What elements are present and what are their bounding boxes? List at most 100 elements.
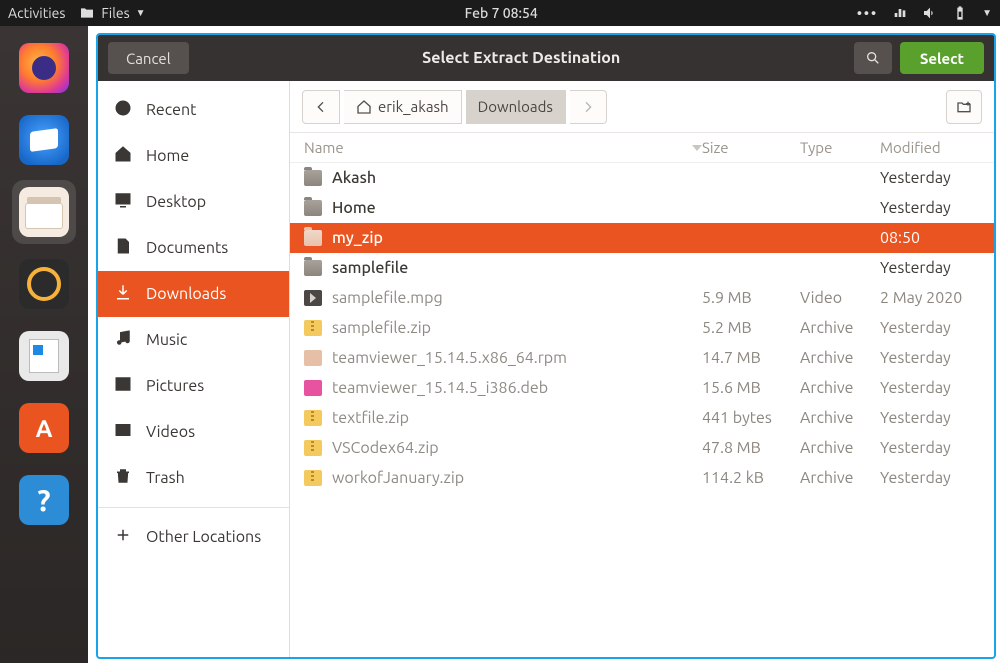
chevron-down-icon: ▼: [136, 7, 146, 19]
file-list[interactable]: Akash Yesterday Home Yesterday my_zip 08…: [290, 163, 994, 657]
home-icon: [114, 145, 132, 167]
file-row[interactable]: Home Yesterday: [290, 193, 994, 223]
home-icon: [356, 99, 372, 115]
sidebar-item-label: Other Locations: [146, 528, 261, 546]
sidebar-item-label: Downloads: [146, 285, 226, 303]
dialog-title: Select Extract Destination: [197, 49, 846, 67]
path-home-button[interactable]: erik_akash: [344, 90, 462, 124]
sidebar-item-label: Pictures: [146, 377, 204, 395]
videos-icon: [114, 421, 132, 443]
new-folder-button[interactable]: [946, 90, 982, 124]
sidebar-item-music[interactable]: Music: [98, 317, 289, 363]
file-modified: 2 May 2020: [880, 289, 980, 307]
file-row[interactable]: samplefile.mpg 5.9 MB Video 2 May 2020: [290, 283, 994, 313]
file-type: Archive: [800, 379, 880, 397]
trash-icon: [114, 467, 132, 489]
sidebar-item-trash[interactable]: Trash: [98, 455, 289, 501]
sidebar-item-pictures[interactable]: Pictures: [98, 363, 289, 409]
sidebar-item-label: Trash: [146, 469, 185, 487]
places-sidebar: Recent Home Desktop Documents Downloads Music…: [98, 81, 290, 657]
zip-icon: [304, 440, 322, 456]
activities-button[interactable]: Activities: [8, 5, 65, 21]
main-pane: erik_akash Downloads Name Size Type Modi…: [290, 81, 994, 657]
file-modified: Yesterday: [880, 199, 980, 217]
chevron-right-icon: [580, 99, 596, 115]
file-row[interactable]: my_zip 08:50: [290, 223, 994, 253]
files-menu-label: Files: [101, 5, 129, 21]
file-name: samplefile.zip: [332, 319, 431, 337]
gnome-top-panel: Activities Files ▼ Feb 7 08:54 ••• ▼: [0, 0, 1000, 26]
path-forward-button[interactable]: [570, 90, 607, 124]
file-name: samplefile.mpg: [332, 289, 443, 307]
file-row[interactable]: workofJanuary.zip 114.2 kB Archive Yeste…: [290, 463, 994, 493]
pictures-icon: [114, 375, 132, 397]
clock[interactable]: Feb 7 08:54: [146, 5, 857, 21]
dock-thunderbird[interactable]: [12, 108, 76, 172]
path-current-button[interactable]: Downloads: [466, 90, 566, 124]
zip-icon: [304, 410, 322, 426]
file-name: Home: [332, 199, 376, 217]
sidebar-item-label: Documents: [146, 239, 228, 257]
battery-icon[interactable]: [952, 5, 968, 21]
file-row[interactable]: VSCodex64.zip 47.8 MB Archive Yesterday: [290, 433, 994, 463]
column-headers[interactable]: Name Size Type Modified: [290, 133, 994, 163]
file-row[interactable]: samplefile Yesterday: [290, 253, 994, 283]
new-folder-icon: [956, 99, 972, 115]
folder-icon: [304, 260, 322, 276]
dock-software[interactable]: [12, 396, 76, 460]
file-type: Archive: [800, 319, 880, 337]
dock-files[interactable]: [12, 180, 76, 244]
file-chooser-dialog: Cancel Select Extract Destination Select…: [96, 33, 996, 659]
file-name: my_zip: [332, 229, 383, 247]
col-type-label: Type: [800, 139, 880, 156]
file-type: Archive: [800, 409, 880, 427]
file-modified: Yesterday: [880, 319, 980, 337]
pathbar: erik_akash Downloads: [290, 81, 994, 133]
folder-icon: [79, 5, 95, 21]
file-size: 15.6 MB: [702, 379, 800, 397]
file-type: Video: [800, 289, 880, 307]
cancel-button[interactable]: Cancel: [108, 42, 189, 74]
sidebar-item-desktop[interactable]: Desktop: [98, 179, 289, 225]
dock-help[interactable]: [12, 468, 76, 532]
sidebar-other-locations[interactable]: Other Locations: [98, 514, 289, 560]
file-modified: Yesterday: [880, 349, 980, 367]
files-app-menu[interactable]: Files ▼: [79, 5, 145, 21]
sidebar-item-downloads[interactable]: Downloads: [98, 271, 289, 317]
sidebar-item-recent[interactable]: Recent: [98, 87, 289, 133]
file-name: VSCodex64.zip: [332, 439, 439, 457]
appindicator-icon[interactable]: •••: [857, 5, 878, 21]
file-name: teamviewer_15.14.5.x86_64.rpm: [332, 349, 567, 367]
system-menu-chevron-icon[interactable]: ▼: [982, 7, 992, 19]
dock-rhythmbox[interactable]: [12, 252, 76, 316]
volume-icon[interactable]: [922, 5, 938, 21]
file-size: 441 bytes: [702, 409, 800, 427]
file-row[interactable]: textfile.zip 441 bytes Archive Yesterday: [290, 403, 994, 433]
network-icon[interactable]: [892, 5, 908, 21]
col-modified-label: Modified: [880, 139, 980, 156]
select-button[interactable]: Select: [900, 42, 984, 74]
file-row[interactable]: teamviewer_15.14.5_i386.deb 15.6 MB Arch…: [290, 373, 994, 403]
plus-icon: [114, 526, 132, 548]
file-size: 47.8 MB: [702, 439, 800, 457]
file-row[interactable]: teamviewer_15.14.5.x86_64.rpm 14.7 MB Ar…: [290, 343, 994, 373]
music-icon: [114, 329, 132, 351]
sidebar-item-videos[interactable]: Videos: [98, 409, 289, 455]
sidebar-item-label: Desktop: [146, 193, 206, 211]
titlebar: Cancel Select Extract Destination Select: [98, 35, 994, 81]
sidebar-item-documents[interactable]: Documents: [98, 225, 289, 271]
file-row[interactable]: Akash Yesterday: [290, 163, 994, 193]
file-modified: Yesterday: [880, 469, 980, 487]
sidebar-item-home[interactable]: Home: [98, 133, 289, 179]
file-row[interactable]: samplefile.zip 5.2 MB Archive Yesterday: [290, 313, 994, 343]
search-button[interactable]: [854, 42, 892, 74]
col-name-label: Name: [304, 139, 344, 156]
sidebar-item-label: Home: [146, 147, 189, 165]
file-modified: Yesterday: [880, 409, 980, 427]
dock-firefox[interactable]: [12, 36, 76, 100]
path-back-button[interactable]: [302, 90, 340, 124]
dock-libreoffice[interactable]: [12, 324, 76, 388]
file-name: Akash: [332, 169, 376, 187]
zip-icon: [304, 320, 322, 336]
sidebar-item-label: Music: [146, 331, 187, 349]
